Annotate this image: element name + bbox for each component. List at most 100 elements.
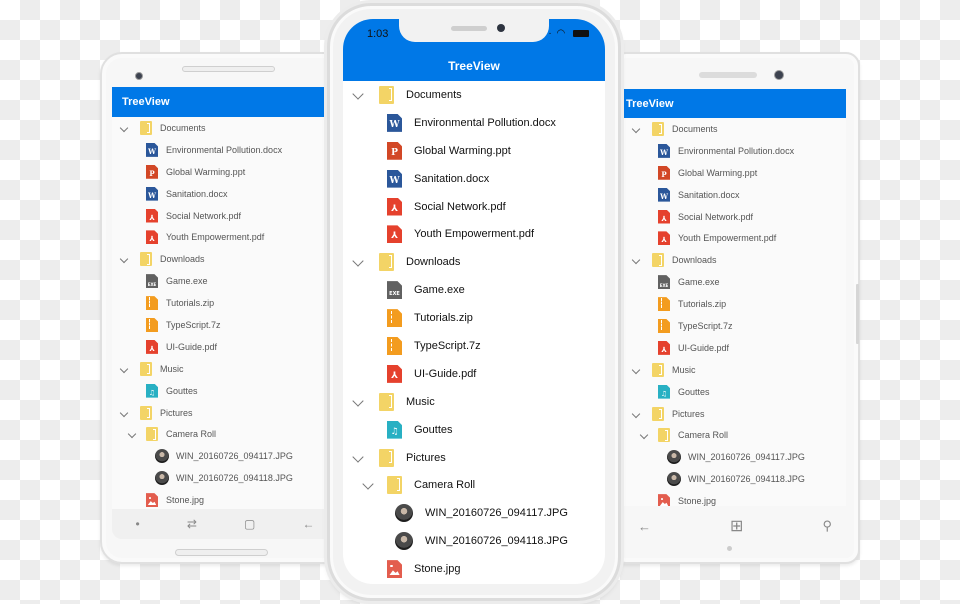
chevron-down-icon[interactable] bbox=[349, 396, 367, 408]
tree-file-node[interactable]: ⅄ Social Network.pdf bbox=[624, 206, 846, 228]
tree-node-label: Gouttes bbox=[414, 423, 453, 436]
tree-folder-node[interactable]: Camera Roll bbox=[343, 471, 605, 499]
chevron-down-icon[interactable] bbox=[118, 254, 130, 264]
chevron-down-icon[interactable] bbox=[630, 255, 642, 265]
tree-node-label: Camera Roll bbox=[678, 430, 729, 441]
tree-file-node[interactable]: WIN_20160726_094117.JPG bbox=[343, 499, 605, 527]
recents-icon[interactable]: ⇄ bbox=[187, 517, 197, 531]
tree-node-label: Downloads bbox=[406, 256, 461, 269]
chevron-down-icon[interactable] bbox=[349, 89, 367, 101]
tree-folder-node[interactable]: Pictures bbox=[343, 444, 605, 472]
tree-file-node[interactable]: Tutorials.zip bbox=[343, 304, 605, 332]
tree-file-node[interactable]: TypeScript.7z bbox=[624, 315, 846, 337]
tree-file-node[interactable]: WIN_20160726_094117.JPG bbox=[112, 445, 338, 467]
tree-file-node[interactable]: Tutorials.zip bbox=[624, 293, 846, 315]
tree-file-node[interactable]: ⅄ Social Network.pdf bbox=[343, 193, 605, 221]
folder-icon bbox=[379, 392, 394, 411]
tree-folder-node[interactable]: Music bbox=[343, 388, 605, 416]
tree-file-node[interactable]: W Sanitation.docx bbox=[112, 183, 338, 205]
tree-file-node[interactable]: Stone.jpg bbox=[112, 489, 338, 509]
chevron-down-icon[interactable] bbox=[630, 124, 642, 134]
tree-file-node[interactable]: ♫ Gouttes bbox=[624, 381, 846, 403]
tree-node-label: TypeScript.7z bbox=[678, 320, 733, 331]
pdf-file-icon: ⅄ bbox=[658, 209, 670, 224]
search-icon[interactable]: ⚲ bbox=[822, 518, 832, 534]
chevron-down-icon[interactable] bbox=[126, 429, 138, 439]
tree-file-node[interactable]: W Environmental Pollution.docx bbox=[112, 139, 338, 161]
tree-file-node[interactable]: ⅄ UI-Guide.pdf bbox=[624, 337, 846, 359]
tree-file-node[interactable]: ♫ Gouttes bbox=[343, 416, 605, 444]
tree-file-node[interactable]: Tutorials.zip bbox=[112, 292, 338, 314]
tree-node-label: Sanitation.docx bbox=[166, 188, 228, 199]
tree-node-label: WIN_20160726_094117.JPG bbox=[425, 507, 568, 520]
pdf-file-icon: ⅄ bbox=[387, 225, 402, 244]
tree-folder-node[interactable]: Pictures bbox=[112, 402, 338, 424]
tree-file-node[interactable]: ⅄ UI-Guide.pdf bbox=[112, 336, 338, 358]
tree-node-label: Pictures bbox=[406, 451, 446, 464]
tree-file-node[interactable]: EXE Game.exe bbox=[112, 270, 338, 292]
tree-file-node[interactable]: W Sanitation.docx bbox=[343, 165, 605, 193]
chevron-down-icon[interactable] bbox=[359, 479, 377, 491]
back-icon[interactable]: ← bbox=[302, 517, 314, 531]
tree-file-node[interactable]: Stone.jpg bbox=[624, 490, 846, 506]
tree-folder-node[interactable]: Camera Roll bbox=[112, 423, 338, 445]
speaker-grille bbox=[182, 66, 275, 72]
tree-node-label: Music bbox=[672, 364, 696, 375]
tree-file-node[interactable]: ⅄ Youth Empowerment.pdf bbox=[624, 227, 846, 249]
iphone-screen: 1:03 ···· ◠ TreeView DocumentsWEnvironme… bbox=[343, 19, 605, 584]
nav-dot-icon[interactable]: • bbox=[136, 517, 140, 531]
tree-file-node[interactable]: TypeScript.7z bbox=[343, 332, 605, 360]
chevron-down-icon[interactable] bbox=[630, 365, 642, 375]
tree-file-node[interactable]: P Global Warming.ppt bbox=[343, 137, 605, 165]
tree-file-node[interactable]: WIN_20160726_094118.JPG bbox=[624, 468, 846, 490]
tree-file-node[interactable]: W Environmental Pollution.docx bbox=[624, 140, 846, 162]
android-screen: TreeView Documents W Environmental Polluti… bbox=[112, 87, 338, 509]
chevron-down-icon[interactable] bbox=[630, 409, 642, 419]
tree-node-label: Environmental Pollution.docx bbox=[414, 116, 556, 129]
front-camera bbox=[774, 70, 784, 80]
wifi-icon: ◠ bbox=[556, 28, 567, 39]
tree-file-node[interactable]: ♫ Gouttes bbox=[112, 380, 338, 402]
tree-folder-node[interactable]: Downloads bbox=[624, 249, 846, 271]
tree-file-node[interactable]: EXE Game.exe bbox=[624, 271, 846, 293]
tree-file-node[interactable]: W Environmental Pollution.docx bbox=[343, 109, 605, 137]
tree-file-node[interactable]: TypeScript.7z bbox=[112, 314, 338, 336]
tree-node-label: Social Network.pdf bbox=[166, 210, 242, 221]
back-icon[interactable]: ← bbox=[638, 519, 651, 534]
tree-file-node[interactable]: ⅄ Youth Empowerment.pdf bbox=[112, 226, 338, 248]
tree-file-node[interactable]: WIN_20160726_094118.JPG bbox=[343, 527, 605, 555]
tree-file-node[interactable]: WIN_20160726_094118.JPG bbox=[112, 467, 338, 489]
tree-file-node[interactable]: ⅄ UI-Guide.pdf bbox=[343, 360, 605, 388]
tree-folder-node[interactable]: Downloads bbox=[343, 248, 605, 276]
exe-file-icon: EXE bbox=[387, 281, 402, 300]
tree-folder-node[interactable]: Camera Roll bbox=[624, 424, 846, 446]
tree-file-node[interactable]: ⅄ Social Network.pdf bbox=[112, 205, 338, 227]
tree-folder-node[interactable]: Documents bbox=[624, 118, 846, 140]
tree-file-node[interactable]: P Global Warming.ppt bbox=[624, 162, 846, 184]
tree-folder-node[interactable]: Music bbox=[624, 359, 846, 381]
photo-thumbnail-icon bbox=[395, 504, 413, 523]
tree-folder-node[interactable]: Documents bbox=[112, 117, 338, 139]
chevron-down-icon[interactable] bbox=[118, 123, 130, 133]
tree-folder-node[interactable]: Pictures bbox=[624, 403, 846, 425]
chevron-down-icon[interactable] bbox=[118, 408, 130, 418]
tree-folder-node[interactable]: Downloads bbox=[112, 248, 338, 270]
windows-start-icon[interactable]: ⊞ bbox=[730, 516, 743, 536]
tree-file-node[interactable]: Stone.jpg bbox=[343, 555, 605, 583]
tree-file-node[interactable]: P Global Warming.ppt bbox=[112, 161, 338, 183]
chevron-down-icon[interactable] bbox=[118, 364, 130, 374]
chevron-down-icon[interactable] bbox=[638, 430, 650, 440]
tree-file-node[interactable]: WIN_20160726_094117.JPG bbox=[624, 446, 846, 468]
tree-file-node[interactable]: EXE Game.exe bbox=[343, 276, 605, 304]
chevron-down-icon[interactable] bbox=[349, 452, 367, 464]
tree-node-label: Global Warming.ppt bbox=[678, 167, 758, 178]
tree-file-node[interactable]: ⅄ Youth Empowerment.pdf bbox=[343, 220, 605, 248]
tree-folder-node[interactable]: Music bbox=[112, 358, 338, 380]
tree-node-label: Pictures bbox=[160, 407, 193, 418]
home-icon[interactable]: ▢ bbox=[244, 517, 255, 531]
tree-file-node[interactable]: W Sanitation.docx bbox=[624, 184, 846, 206]
chevron-down-icon[interactable] bbox=[349, 256, 367, 268]
tree-folder-node[interactable]: Documents bbox=[343, 81, 605, 109]
photo-thumbnail-icon bbox=[155, 471, 169, 486]
zip-file-icon bbox=[387, 309, 402, 328]
